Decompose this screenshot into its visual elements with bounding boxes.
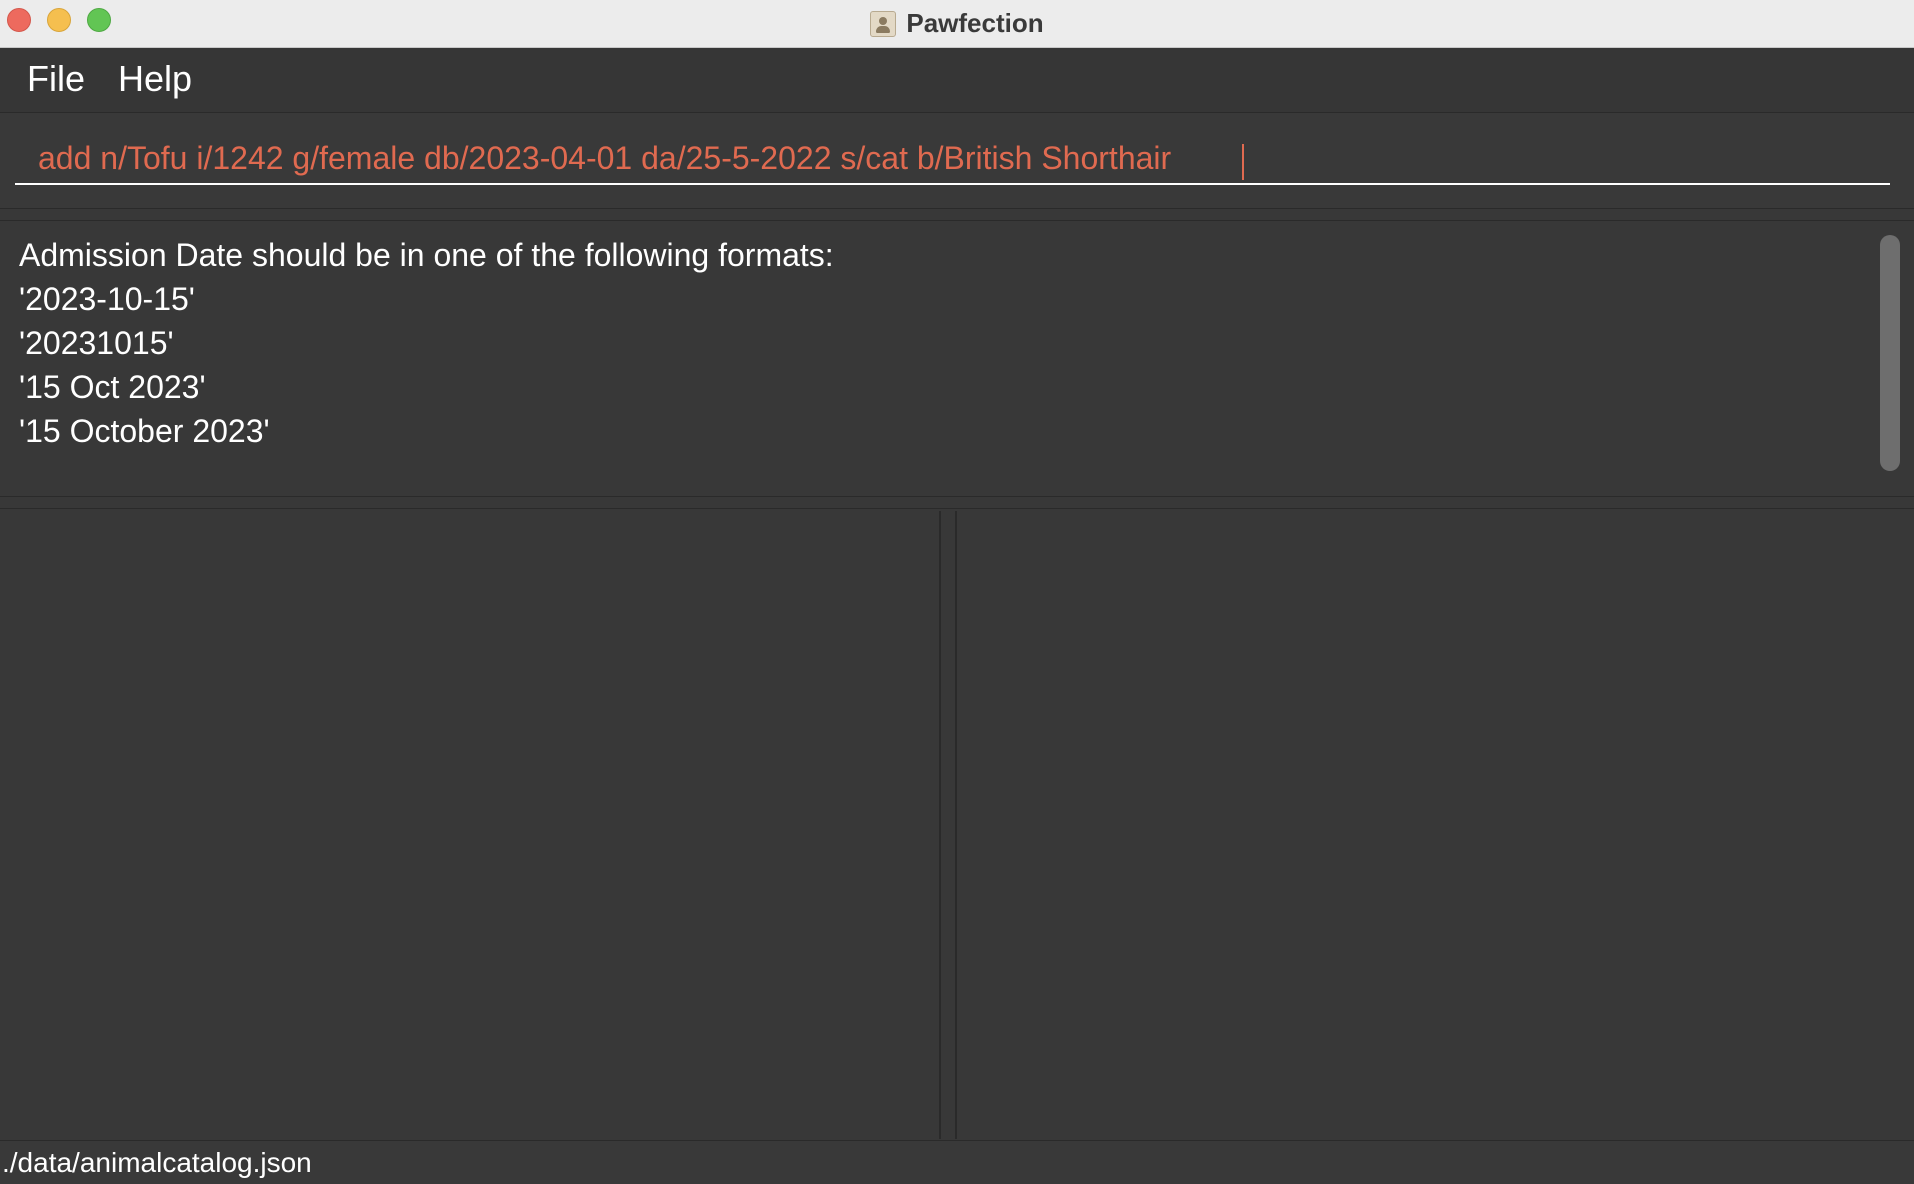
list-panels: [0, 508, 1914, 1141]
split-pane-divider[interactable]: [939, 511, 957, 1139]
command-box: [0, 113, 1914, 209]
menu-bar: File Help: [0, 48, 1914, 113]
result-line: '2023-10-15': [19, 281, 195, 317]
result-message: Admission Date should be in one of the f…: [19, 233, 834, 453]
animal-detail-panel[interactable]: [959, 511, 1914, 1139]
menu-file[interactable]: File: [27, 58, 85, 100]
result-scrollbar[interactable]: [1880, 235, 1900, 471]
data-file-path: ./data/animalcatalog.json: [2, 1147, 312, 1178]
status-bar: ./data/animalcatalog.json: [0, 1140, 1914, 1184]
result-line: Admission Date should be in one of the f…: [19, 237, 834, 273]
command-input[interactable]: [15, 133, 1890, 185]
result-line: '15 Oct 2023': [19, 369, 206, 405]
title-bar: Pawfection: [0, 0, 1914, 48]
window-title: Pawfection: [906, 8, 1044, 38]
menu-help[interactable]: Help: [118, 58, 192, 100]
title-container: Pawfection: [0, 0, 1914, 47]
result-display: Admission Date should be in one of the f…: [0, 220, 1914, 497]
result-line: '15 October 2023': [19, 413, 270, 449]
animal-list-panel[interactable]: [0, 511, 937, 1139]
result-line: '20231015': [19, 325, 174, 361]
app-icon: [870, 10, 897, 37]
text-caret: [1242, 144, 1244, 180]
app-window: Pawfection File Help Admission Date shou…: [0, 0, 1914, 1184]
